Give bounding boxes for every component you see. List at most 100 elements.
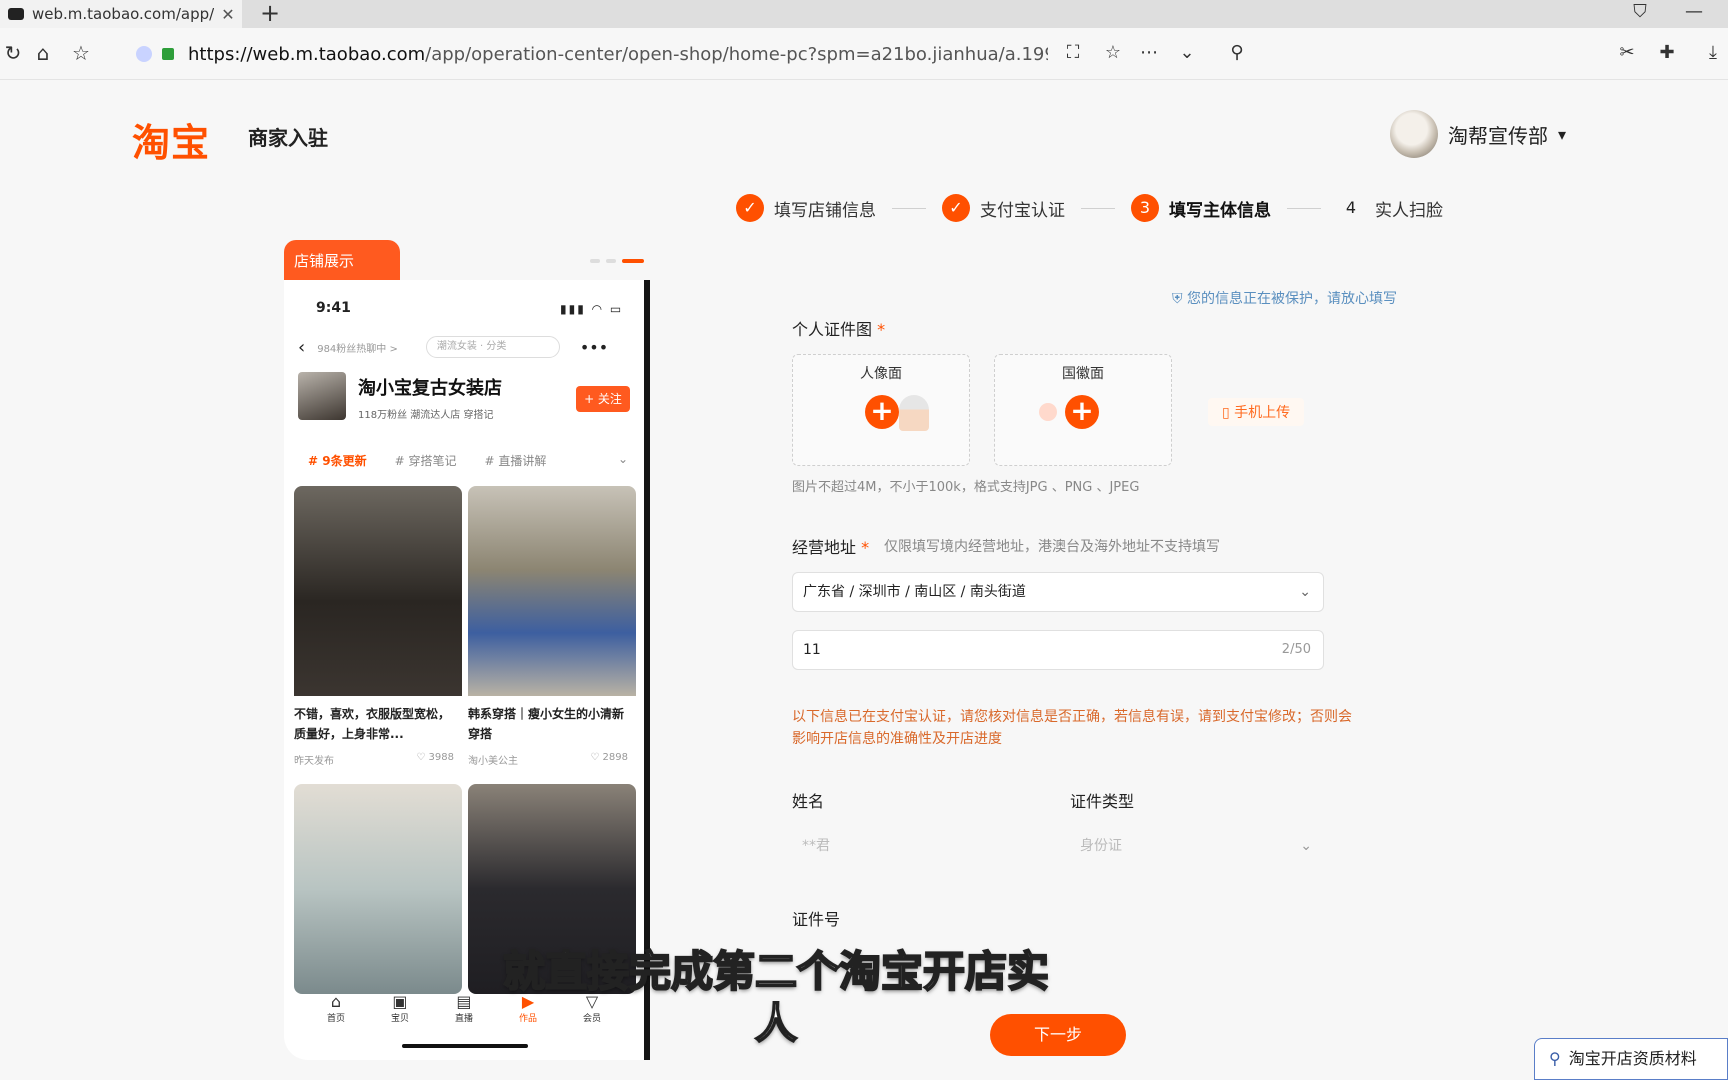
search-icon[interactable]: ⚲ <box>1224 40 1250 66</box>
id-number-label: 证件号 <box>792 910 841 929</box>
fans-line: 984粉丝热聊中 > <box>317 343 398 355</box>
phone-tab: ▤ 直播 <box>454 992 473 1024</box>
user-menu[interactable]: 淘帮宣传部 ▾ <box>1390 110 1566 158</box>
avatar <box>1390 110 1438 158</box>
taobao-logo[interactable]: 淘宝 <box>132 112 210 167</box>
lock-icon <box>162 48 174 60</box>
address-label: 经营地址 * <box>792 538 870 557</box>
favorites-icon[interactable]: ☆ <box>68 40 94 66</box>
feed-meta: 昨天发布 ♡ 3988 <box>294 752 454 767</box>
minimize-icon[interactable]: — <box>1680 0 1708 28</box>
scissors-icon[interactable]: ✂ <box>1614 40 1640 66</box>
more-icon: ••• <box>579 337 609 357</box>
shop-tab: # 9条更新 <box>308 454 367 468</box>
id-type-field: 身份证 ⌄ <box>1070 826 1324 866</box>
upload-emblem[interactable]: 国徽面 + <box>994 354 1172 466</box>
alipay-warning: 以下信息已在支付宝认证，请您核对信息是否正确，若信息有误，请到支付宝修改；否则会… <box>792 709 1352 747</box>
new-tab-icon[interactable]: + <box>256 0 284 28</box>
step-label: 填写主体信息 <box>1169 200 1271 221</box>
feed-card: 韩系穿搭｜瘦小女生的小清新穿搭 淘小美公主 ♡ 2898 <box>468 486 636 767</box>
upload-title: 国徽面 <box>1062 366 1104 382</box>
carousel-dot[interactable] <box>590 259 600 263</box>
close-icon[interactable]: ✕ <box>214 5 242 24</box>
step-shop-info: ✓ 填写店铺信息 <box>736 194 876 222</box>
id-type-value: 身份证 <box>1080 838 1122 854</box>
extension-icon[interactable]: ✚ <box>1654 40 1680 66</box>
shop-tabs: # 9条更新 # 穿搭笔记 # 直播讲解 ⌄ <box>308 452 628 469</box>
download-icon[interactable]: ⤓ <box>1700 40 1726 66</box>
signal-wifi-battery-icon: ▮▮▮ ◠ ▭ <box>560 302 624 316</box>
live-icon: ▤ <box>456 992 472 1011</box>
step-label: 实人扫脸 <box>1375 200 1443 221</box>
plus-icon: + <box>865 395 899 429</box>
shop-name: 淘小宝复古女装店 <box>358 378 502 399</box>
upload-portrait[interactable]: 人像面 + <box>792 354 970 466</box>
search-icon: ⚲ <box>1549 1049 1561 1068</box>
feed-meta: 淘小美公主 ♡ 2898 <box>468 752 628 767</box>
back-icon: ‹ <box>298 336 306 358</box>
help-materials-button[interactable]: ⚲ 淘宝开店资质材料 <box>1534 1038 1728 1080</box>
carousel-dot[interactable] <box>606 259 616 263</box>
name-field: **君 <box>792 826 1042 866</box>
address-region-value: 广东省 / 深圳市 / 南山区 / 南头街道 <box>803 584 1026 600</box>
feed-image <box>294 486 462 696</box>
shield-icon <box>136 46 152 62</box>
shop-preview-phone: 9:41 ▮▮▮ ◠ ▭ ‹ 984粉丝热聊中 > 潮流女装 · 分类 ••• … <box>284 280 650 1060</box>
refresh-icon[interactable]: ↻ <box>0 40 26 66</box>
home-icon[interactable]: ⌂ <box>30 40 56 66</box>
reader-icon[interactable]: ⛶ <box>1060 40 1086 66</box>
feed-card <box>294 784 462 994</box>
star-icon[interactable]: ☆ <box>1100 40 1126 66</box>
name-label: 姓名 <box>792 792 825 811</box>
browser-tab[interactable]: web.m.taobao.com/app/c ✕ <box>0 0 242 28</box>
more-icon[interactable]: ⋯ <box>1136 40 1162 66</box>
chevron-down-icon: ▾ <box>1558 124 1567 144</box>
video-caption: 就直接完成第二个淘宝开店实人 <box>502 946 1050 1049</box>
shop-nav: ‹ 984粉丝热聊中 > 潮流女装 · 分类 ••• <box>298 336 638 358</box>
shop-meta: 118万粉丝 潮流达人店 穿搭记 <box>358 410 494 421</box>
feed-image <box>468 486 636 696</box>
phone-upload-button[interactable]: ▯ 手机上传 <box>1208 398 1305 426</box>
step-divider <box>1081 207 1115 209</box>
address-region-select[interactable]: 广东省 / 深圳市 / 南山区 / 南头街道 ⌄ <box>792 572 1324 612</box>
check-icon: ✓ <box>942 194 970 222</box>
step-divider <box>892 207 926 209</box>
shop-tab: # 穿搭笔记 <box>394 454 457 468</box>
id-photo-label: 个人证件图 * <box>792 320 886 339</box>
shirt-icon[interactable]: ⛉ <box>1626 0 1654 28</box>
id-type-label: 证件类型 <box>1070 792 1135 811</box>
home-icon: ⌂ <box>330 992 342 1011</box>
step-number: 4 <box>1345 198 1357 217</box>
url-field[interactable]: https://web.m.taobao.com/app/operation-c… <box>122 36 1262 72</box>
phone-tab: ▣ 宝贝 <box>390 992 409 1024</box>
shop-search: 潮流女装 · 分类 <box>425 336 560 358</box>
carousel-dots[interactable] <box>590 259 644 263</box>
portrait-icon <box>899 395 929 431</box>
chevron-down-icon: ⌄ <box>1300 838 1312 854</box>
carousel-dot-active[interactable] <box>622 259 644 263</box>
step-alipay: ✓ 支付宝认证 <box>942 194 1065 222</box>
url-text: https://web.m.taobao.com/app/operation-c… <box>188 43 1048 65</box>
step-label: 填写店铺信息 <box>774 200 876 221</box>
feed-card: 不错，喜欢，衣服版型宽松，质量好，上身非常... 昨天发布 ♡ 3988 <box>294 486 462 767</box>
tab-title: web.m.taobao.com/app/c <box>32 5 214 23</box>
check-icon: ✓ <box>736 194 764 222</box>
emblem-icon <box>1039 403 1057 421</box>
upload-title: 人像面 <box>860 366 902 382</box>
step-divider <box>1287 207 1321 209</box>
plus-icon: + <box>1065 395 1099 429</box>
shop-thumbnail <box>298 372 346 420</box>
feed-image <box>294 784 462 994</box>
preview-tag: 店铺展示 <box>284 240 400 280</box>
chevron-down-icon: ⌄ <box>1299 584 1311 600</box>
page-title: 商家入驻 <box>248 126 328 150</box>
char-count: 2/50 <box>1281 642 1311 657</box>
address-detail-input[interactable]: 11 2/50 <box>792 630 1324 670</box>
photo-hint: 图片不超过4M，不小于100k，格式支持JPG 、PNG 、JPEG <box>792 480 1140 495</box>
bag-icon: ▣ <box>392 992 408 1011</box>
chevron-down-icon[interactable]: ⌄ <box>1174 40 1200 66</box>
feed-title: 不错，喜欢，衣服版型宽松，质量好，上身非常... <box>294 707 451 741</box>
chevron-down-icon: ⌄ <box>617 452 628 466</box>
browser-tab-bar: web.m.taobao.com/app/c ✕ + ⛉ — <box>0 0 1728 28</box>
taobao-favicon-icon <box>8 8 24 20</box>
